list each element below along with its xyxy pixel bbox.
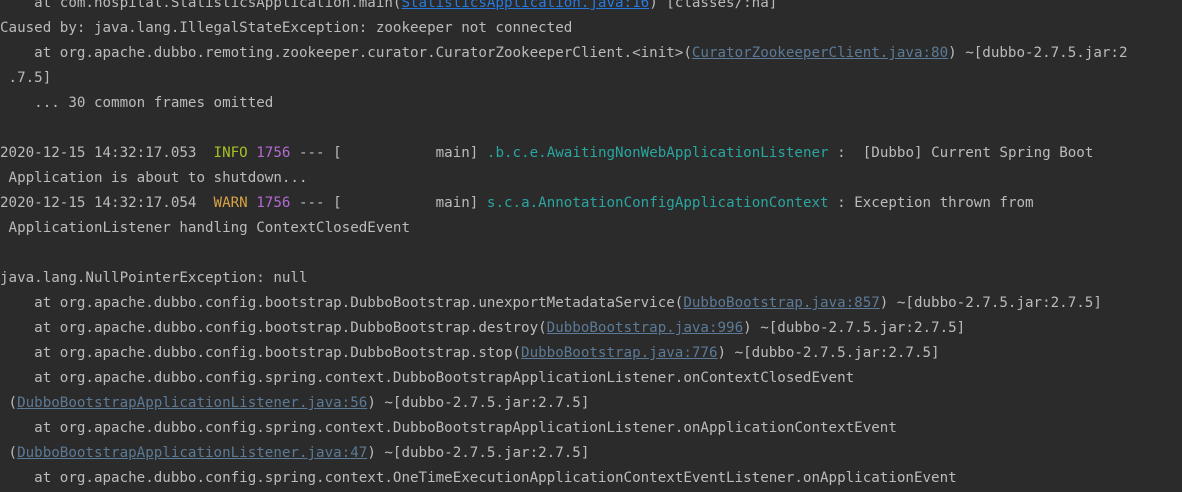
console-text: ApplicationListener handling ContextClos… [0,220,410,236]
console-text: : [Dubbo] Current Spring Boot [828,145,1094,161]
console-line: java.lang.NullPointerException: null [0,266,308,291]
console-line: at com.hospital.StatisticsApplication.ma… [0,0,777,16]
console-text: ) [classes/:na] [649,0,778,11]
console-line: 2020-12-15 14:32:17.054 WARN 1756 --- [ … [0,191,1034,216]
console-line: at org.apache.dubbo.config.spring.contex… [0,416,897,441]
console-line: at org.apache.dubbo.config.spring.contex… [0,366,854,391]
stacktrace-link[interactable]: DubboBootstrap.java:857 [683,295,879,311]
stacktrace-link[interactable]: DubboBootstrap.java:996 [547,320,743,336]
console-line: at org.apache.dubbo.config.bootstrap.Dub… [0,341,940,366]
console-text: --- [ main] [290,145,487,161]
process-id: 1756 [256,145,291,161]
console-text: ) ~[dubbo-2.7.5.jar:2.7.5] [717,345,940,361]
console-text: at org.apache.dubbo.config.spring.contex… [0,420,897,436]
log-level-badge: WARN [213,195,248,211]
console-text: ( [0,395,18,411]
stacktrace-link[interactable]: DubboBootstrap.java:776 [521,345,717,361]
log-level-badge: INFO [213,145,248,161]
console-line: 2020-12-15 14:32:17.053 INFO 1756 --- [ … [0,141,1093,166]
console-text: at org.apache.dubbo.config.spring.contex… [0,470,957,486]
console-text: .7.5] [0,70,52,86]
console-text: ... 30 common frames omitted [0,95,274,111]
console-text: ) ~[dubbo-2.7.5.jar:2.7.5] [743,320,966,336]
console-text: : Exception thrown from [828,195,1034,211]
console-output[interactable]: at com.hospital.StatisticsApplication.ma… [0,0,1182,492]
console-text: --- [ main] [290,195,487,211]
console-text: at org.apache.dubbo.config.bootstrap.Dub… [0,345,522,361]
console-text: Caused by: java.lang.IllegalStateExcepti… [0,20,573,36]
console-text: ) ~[dubbo-2.7.5.jar:2 [948,45,1128,61]
console-line: at org.apache.dubbo.config.bootstrap.Dub… [0,291,1102,316]
console-text: 2020-12-15 14:32:17.054 [0,195,214,211]
console-text: 2020-12-15 14:32:17.053 [0,145,214,161]
console-text: ( [0,445,18,461]
stacktrace-link[interactable]: StatisticsApplication.java:16 [401,0,649,11]
console-text: java.lang.NullPointerException: null [0,270,308,286]
stacktrace-link[interactable]: CuratorZookeeperClient.java:80 [692,45,948,61]
process-id: 1756 [256,195,291,211]
console-text: at org.apache.dubbo.config.bootstrap.Dub… [0,320,547,336]
logger-name: s.c.a.AnnotationConfigApplicationContext [486,195,829,211]
stacktrace-link[interactable]: DubboBootstrapApplicationListener.java:5… [17,395,367,411]
console-line: at org.apache.dubbo.remoting.zookeeper.c… [0,41,1128,66]
logger-name: .b.c.e.AwaitingNonWebApplicationListener [486,145,829,161]
console-text: ) ~[dubbo-2.7.5.jar:2.7.5] [367,395,590,411]
console-line: .7.5] [0,66,52,91]
console-text: ) ~[dubbo-2.7.5.jar:2.7.5] [367,445,590,461]
stacktrace-link[interactable]: DubboBootstrapApplicationListener.java:4… [17,445,367,461]
console-line: ... 30 common frames omitted [0,91,273,116]
console-line: at org.apache.dubbo.config.bootstrap.Dub… [0,316,965,341]
console-line: (DubboBootstrapApplicationListener.java:… [0,391,590,416]
console-line: Caused by: java.lang.IllegalStateExcepti… [0,16,572,41]
console-line: ApplicationListener handling ContextClos… [0,216,410,241]
console-line: at org.apache.dubbo.config.spring.contex… [0,466,957,491]
console-text: at org.apache.dubbo.config.spring.contex… [0,370,855,386]
console-text: ) ~[dubbo-2.7.5.jar:2.7.5] [879,295,1102,311]
console-line: Application is about to shutdown... [0,166,308,191]
console-line: (DubboBootstrapApplicationListener.java:… [0,441,590,466]
console-text: at org.apache.dubbo.remoting.zookeeper.c… [0,45,692,61]
console-text: at com.hospital.StatisticsApplication.ma… [0,0,402,11]
console-text: at org.apache.dubbo.config.bootstrap.Dub… [0,295,684,311]
console-text: Application is about to shutdown... [0,170,308,186]
